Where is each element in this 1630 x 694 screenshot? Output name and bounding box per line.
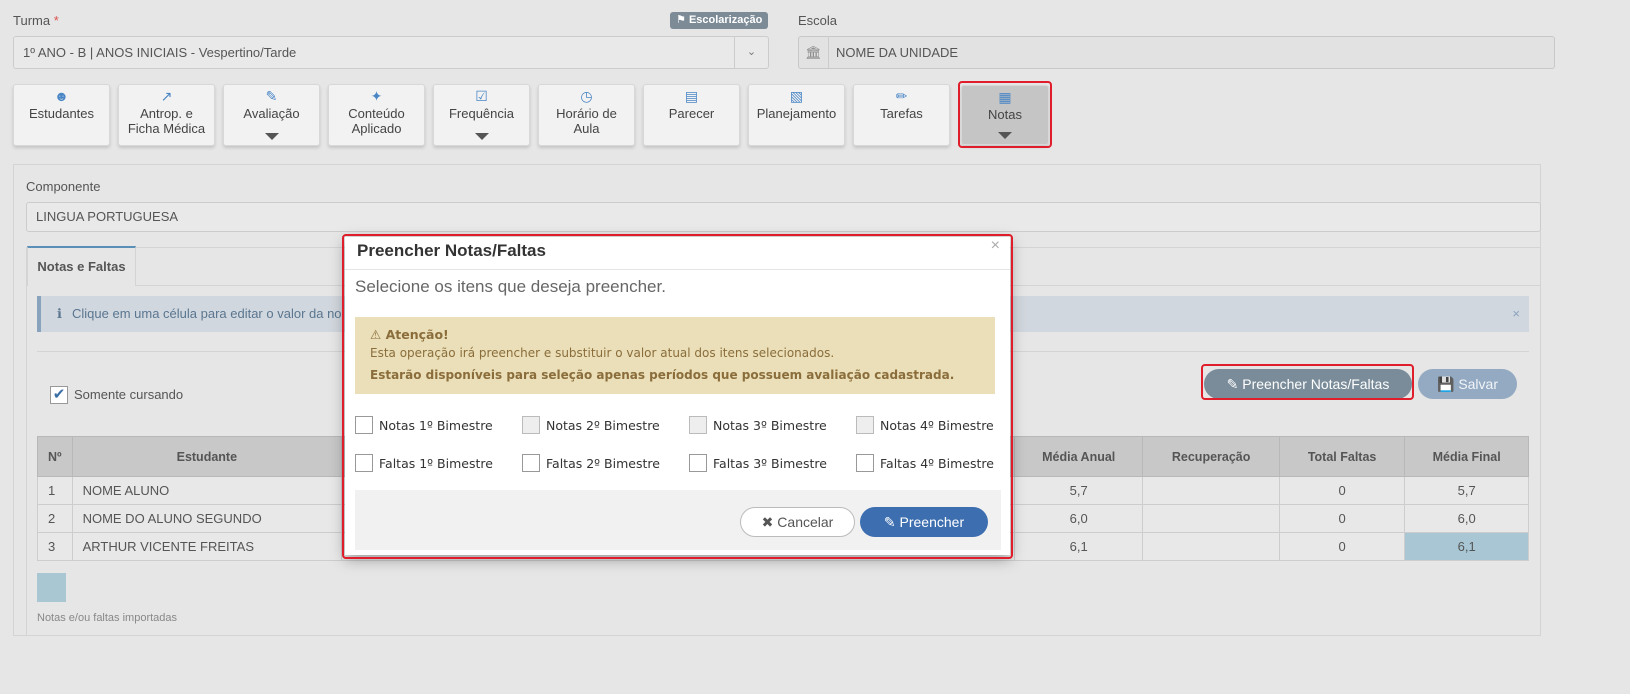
chevron-down-icon[interactable]: ⌄ xyxy=(734,37,768,68)
col-total-faltas: Total Faltas xyxy=(1278,436,1406,477)
somente-cursando-label: Somente cursando xyxy=(74,387,184,402)
line-chart-icon: ↗ xyxy=(160,88,173,104)
frequencia-button[interactable]: ☑ Frequência xyxy=(433,84,530,146)
tab-notas-faltas[interactable]: Notas e Faltas xyxy=(27,246,136,286)
bank-icon: 🏛 xyxy=(799,37,829,68)
clock-icon: ◷ xyxy=(580,88,593,104)
parecer-button[interactable]: ▤ Parecer xyxy=(643,84,740,146)
somente-cursando-checkbox[interactable]: ✔ xyxy=(50,386,68,404)
col-num: Nº xyxy=(37,436,73,477)
antrop-ficha-button[interactable]: ↗ Antrop. e Ficha Médica xyxy=(118,84,215,146)
book-icon: ▧ xyxy=(789,88,804,104)
close-icon[interactable]: × xyxy=(1512,296,1520,332)
conteudo-aplicado-button[interactable]: ✦ Conteúdo Aplicado xyxy=(328,84,425,146)
componente-field[interactable]: LINGUA PORTUGUESA xyxy=(26,202,1541,232)
legend-swatch xyxy=(37,573,66,602)
escola-field: 🏛 NOME DA UNIDADE xyxy=(798,36,1555,69)
col-media-anual: Média Anual xyxy=(1013,436,1144,477)
legend-text: Notas e/ou faltas importadas xyxy=(37,612,178,624)
tarefas-button[interactable]: ✏ Tarefas xyxy=(853,84,950,146)
users-icon: ☻ xyxy=(54,88,69,104)
fill-button-highlight xyxy=(1201,364,1414,400)
avaliacao-button[interactable]: ✎ Avaliação xyxy=(223,84,320,146)
caret-down-icon xyxy=(474,133,489,140)
turma-select[interactable]: 1º ANO - B | ANOS INICIAIS - Vespertino/… xyxy=(13,36,769,69)
turma-label: Turma * xyxy=(13,13,59,28)
tag-icon: ⚑ xyxy=(676,14,686,26)
escolarizacao-badge: ⚑ Escolarização xyxy=(670,12,769,29)
save-icon: 💾 xyxy=(1436,376,1455,392)
check-square-icon: ☑ xyxy=(475,88,488,104)
salvar-button[interactable]: 💾 Salvar xyxy=(1418,369,1517,399)
edit-icon: ✎ xyxy=(265,88,278,104)
magic-wand-icon: ✦ xyxy=(370,88,383,104)
col-recuperacao: Recuperação xyxy=(1142,436,1280,477)
info-icon: ℹ xyxy=(57,306,62,321)
file-text-icon: ▤ xyxy=(684,88,699,104)
escola-label: Escola xyxy=(798,13,838,28)
caret-down-icon xyxy=(264,133,279,140)
modal-highlight xyxy=(342,234,1013,559)
componente-label: Componente xyxy=(26,179,101,194)
pencil-icon: ✏ xyxy=(895,88,908,104)
planejamento-button[interactable]: ▧ Planejamento xyxy=(748,84,845,146)
col-estudante: Estudante xyxy=(71,436,343,477)
col-media-final: Média Final xyxy=(1404,436,1529,477)
horario-aula-button[interactable]: ◷ Horário de Aula xyxy=(538,84,635,146)
notas-highlight xyxy=(958,81,1052,148)
estudantes-button[interactable]: ☻ Estudantes xyxy=(13,84,110,146)
